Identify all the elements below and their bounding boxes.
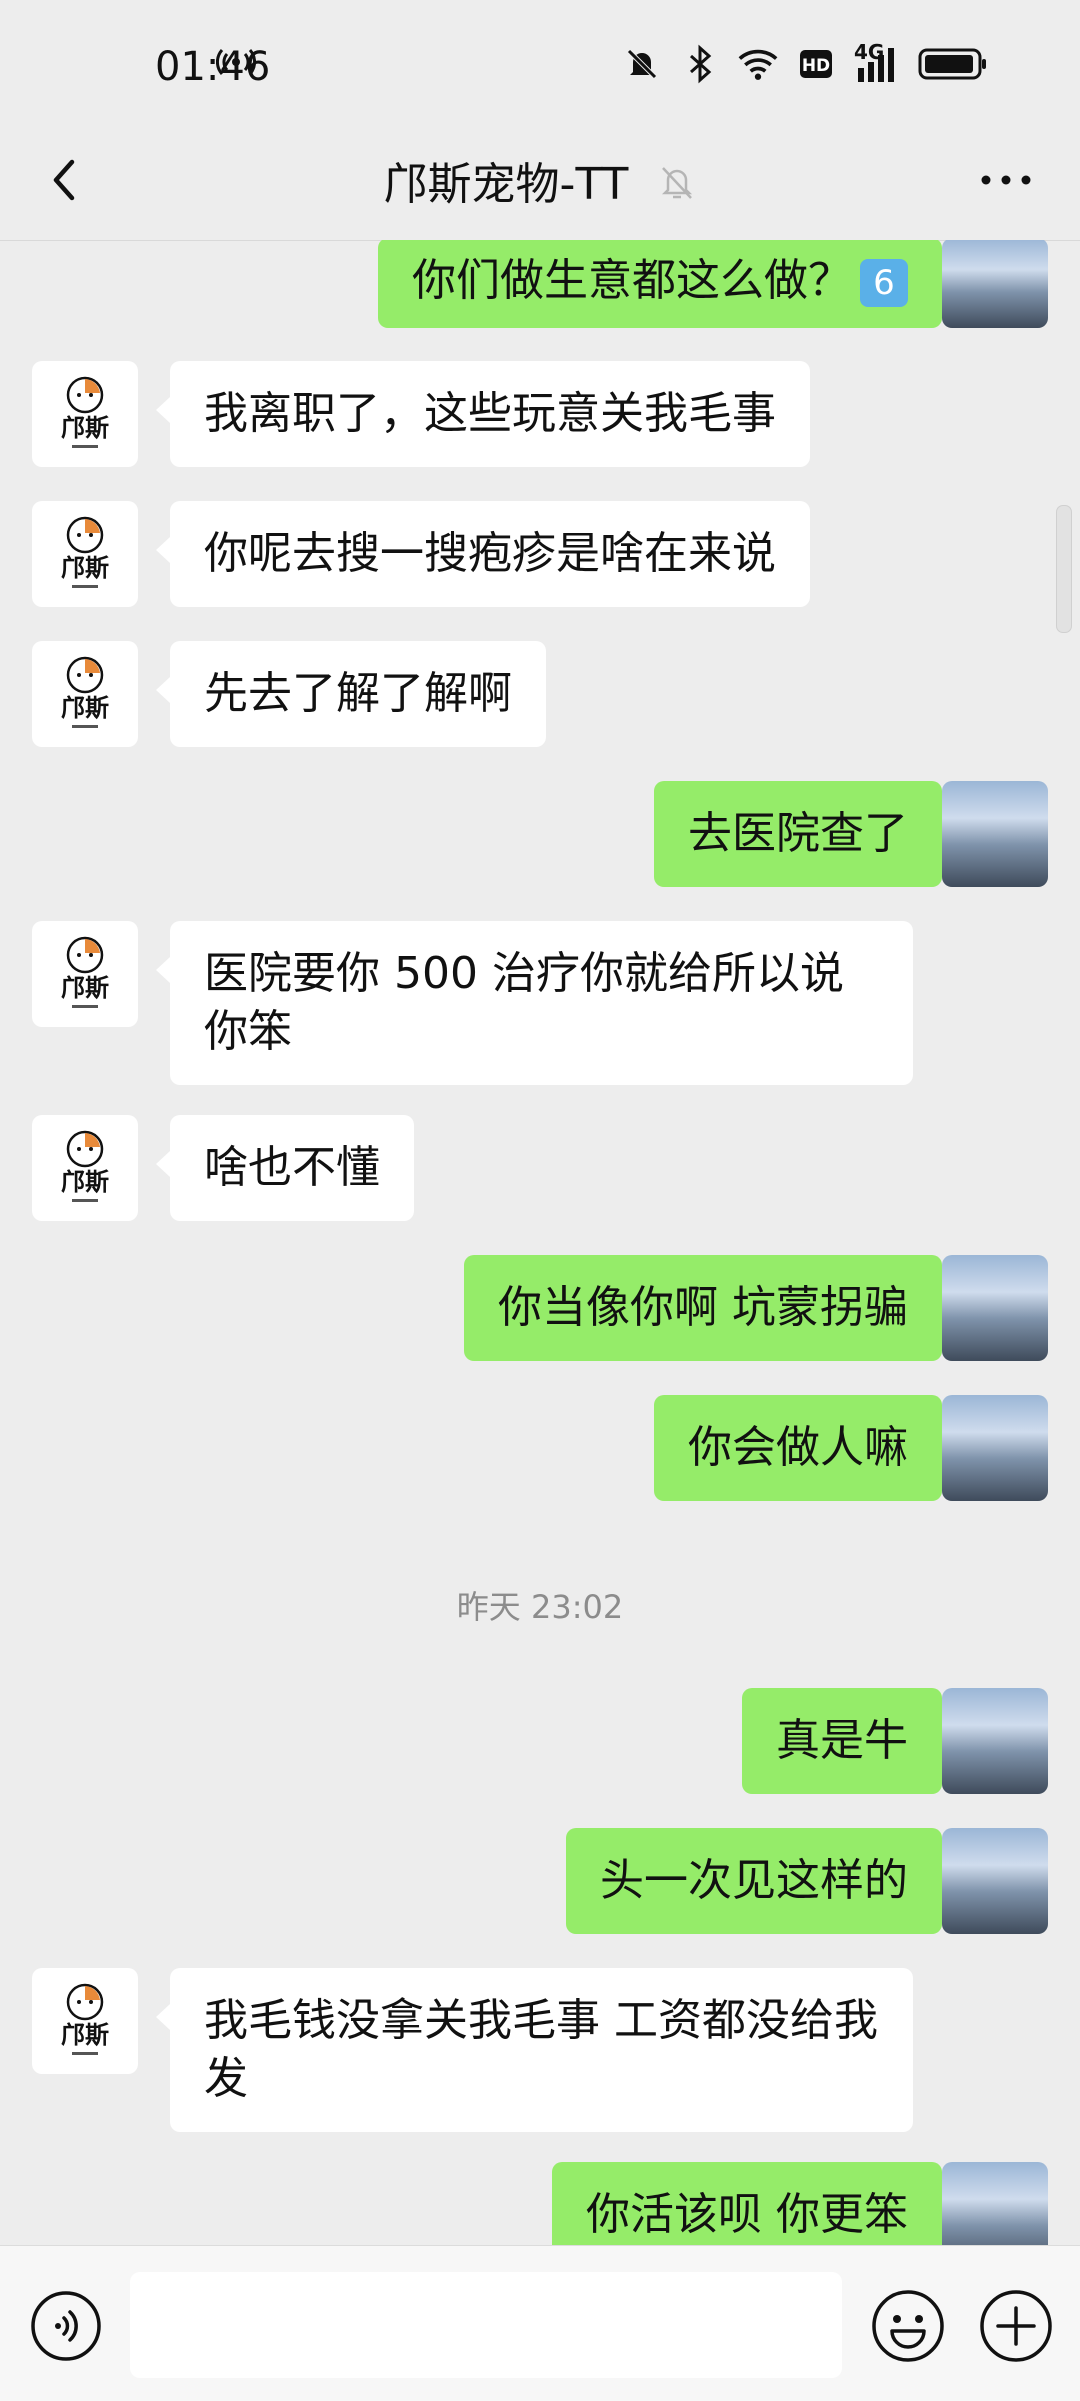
voice-icon: [31, 2291, 101, 2361]
more-functions-button[interactable]: [978, 2288, 1054, 2364]
bluetooth-icon: [680, 44, 720, 84]
chat-title-container: 邝斯宠物-TT: [0, 148, 1080, 213]
battery-icon: [918, 44, 988, 84]
status-bar: 01:46 HD 4G: [0, 0, 1080, 140]
hotspot-icon: [216, 44, 256, 84]
cat-logo-icon: 邝斯: [61, 936, 109, 1008]
message-text: 你呢去搜一搜疱疹是啥在来说: [204, 528, 776, 579]
contact-avatar[interactable]: 邝斯: [32, 501, 138, 607]
logo-text: 邝斯: [61, 1168, 109, 1196]
more-options-button[interactable]: [976, 160, 1036, 200]
avatar[interactable]: [942, 2162, 1048, 2245]
message-text: 医院要你 500 治疗你就给所以说你笨: [204, 948, 844, 1057]
message-input[interactable]: [130, 2272, 842, 2378]
chat-timestamp: 昨天 23:02: [456, 1588, 624, 1626]
avatar[interactable]: [942, 1828, 1048, 1934]
wifi-icon: [738, 44, 778, 84]
contact-avatar[interactable]: 邝斯: [32, 921, 138, 1027]
status-icons: HD 4G: [216, 40, 988, 84]
message-bubble[interactable]: 你们做生意都这么做？ 6: [378, 240, 956, 328]
contact-avatar[interactable]: 邝斯: [32, 1115, 138, 1221]
avatar[interactable]: [942, 1255, 1048, 1361]
message-bubble[interactable]: 先去了解了解啊: [156, 641, 546, 747]
logo-text: 邝斯: [61, 414, 109, 442]
scrollbar[interactable]: [1056, 505, 1072, 633]
message-text: 你当像你啊 坑蒙拐骗: [498, 1282, 908, 1333]
cat-logo-icon: 邝斯: [61, 516, 109, 588]
svg-text:HD: HD: [802, 56, 830, 76]
cat-logo-icon: 邝斯: [61, 656, 109, 728]
message-text: 你活该呗 你更笨: [586, 2189, 908, 2240]
message-bubble[interactable]: 啥也不懂: [156, 1115, 414, 1221]
cat-logo-icon: 邝斯: [61, 376, 109, 448]
logo-text: 邝斯: [61, 2021, 109, 2049]
message-text: 去医院查了: [688, 808, 908, 859]
contact-avatar[interactable]: 邝斯: [32, 641, 138, 747]
hd-icon: HD: [796, 44, 836, 84]
avatar[interactable]: [942, 240, 1048, 328]
more-dots-icon: [981, 175, 1031, 185]
message-text: 先去了解了解啊: [204, 668, 512, 719]
avatar[interactable]: [942, 781, 1048, 887]
avatar[interactable]: [942, 1395, 1048, 1501]
message-bubble[interactable]: 头一次见这样的: [566, 1828, 956, 1934]
emoji-button[interactable]: [870, 2288, 946, 2364]
message-bubble[interactable]: 我离职了，这些玩意关我毛事: [156, 361, 810, 467]
plus-circle-icon: [980, 2290, 1052, 2362]
cat-logo-icon: 邝斯: [61, 1983, 109, 2055]
cellular-signal-icon: 4G: [854, 40, 900, 84]
mute-bell-icon: [658, 162, 696, 213]
logo-text: 邝斯: [61, 554, 109, 582]
voice-input-button[interactable]: [30, 2290, 102, 2362]
message-text: 你们做生意都这么做？: [412, 255, 852, 306]
message-bubble[interactable]: 我毛钱没拿关我毛事 工资都没给我发: [156, 1968, 913, 2132]
logo-text: 邝斯: [61, 694, 109, 722]
logo-text: 邝斯: [61, 974, 109, 1002]
message-text: 啥也不懂: [204, 1142, 380, 1193]
chat-title: 邝斯宠物-TT: [383, 159, 629, 210]
chat-area[interactable]: 你们做生意都这么做？ 6 邝斯 我离职了，这些玩意关我毛事 邝斯 你呢去搜一搜疱疹…: [0, 240, 1080, 2245]
contact-avatar[interactable]: 邝斯: [32, 361, 138, 467]
message-bubble[interactable]: 去医院查了: [654, 781, 956, 887]
message-bubble[interactable]: 你当像你啊 坑蒙拐骗: [464, 1255, 956, 1361]
message-bubble[interactable]: 你活该呗 你更笨: [552, 2162, 956, 2245]
keycap-six-emoji: 6: [860, 259, 908, 307]
cat-logo-icon: 邝斯: [61, 1130, 109, 1202]
message-text: 我离职了，这些玩意关我毛事: [204, 388, 776, 439]
contact-avatar[interactable]: 邝斯: [32, 1968, 138, 2074]
message-bubble[interactable]: 医院要你 500 治疗你就给所以说你笨: [156, 921, 913, 1085]
message-text: 头一次见这样的: [600, 1855, 908, 1906]
smiley-face-icon: [872, 2290, 944, 2362]
message-text: 真是牛: [776, 1715, 908, 1766]
network-type: 4G: [854, 40, 885, 64]
avatar[interactable]: [942, 1688, 1048, 1794]
message-bubble[interactable]: 你会做人嘛: [654, 1395, 956, 1501]
mute-bell-icon: [622, 44, 662, 84]
message-bubble[interactable]: 真是牛: [742, 1688, 956, 1794]
message-text: 我毛钱没拿关我毛事 工资都没给我发: [204, 1995, 878, 2104]
message-text: 你会做人嘛: [688, 1422, 908, 1473]
message-bubble[interactable]: 你呢去搜一搜疱疹是啥在来说: [156, 501, 810, 607]
